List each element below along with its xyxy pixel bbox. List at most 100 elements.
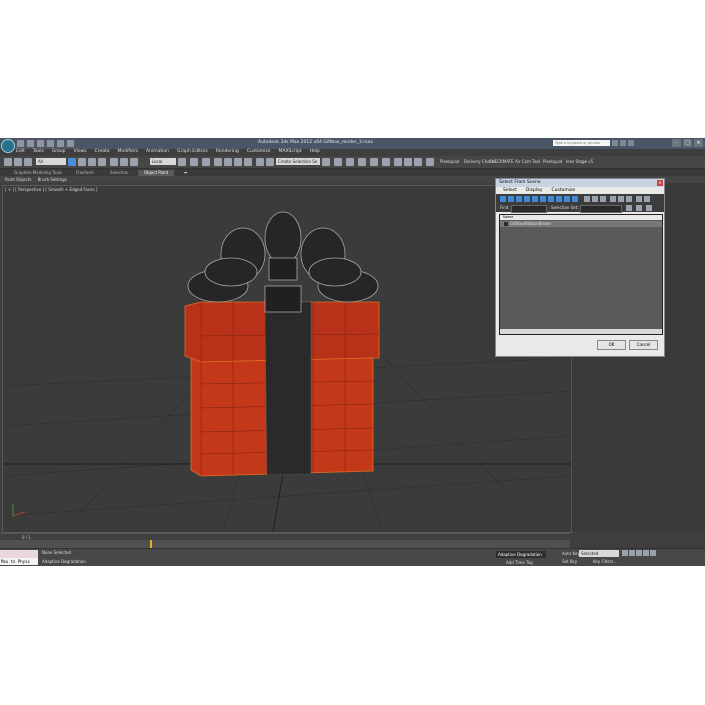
select-scale-icon[interactable] bbox=[130, 158, 138, 166]
rect-selection-icon[interactable] bbox=[88, 158, 96, 166]
display-space-warps-icon[interactable] bbox=[540, 196, 546, 202]
go-to-start-icon[interactable] bbox=[622, 550, 628, 556]
search-input[interactable]: Type a keyword or phrase bbox=[553, 140, 610, 146]
display-geometry-icon[interactable] bbox=[500, 196, 506, 202]
dialog-menu-display[interactable]: Display bbox=[526, 187, 543, 194]
invert-display-icon[interactable] bbox=[600, 196, 606, 202]
menu-rendering[interactable]: Rendering bbox=[216, 149, 239, 156]
display-xrefs-icon[interactable] bbox=[556, 196, 562, 202]
plugin-air-cam[interactable]: Air Cam Tool bbox=[515, 159, 540, 164]
key-selection-dropdown[interactable]: Selected bbox=[579, 550, 619, 557]
app-logo-icon[interactable] bbox=[1, 139, 15, 153]
menu-edit[interactable]: Edit bbox=[16, 149, 25, 156]
perspective-viewport[interactable]: [ + ] [ Perspective ] [ Smooth + Edged F… bbox=[2, 185, 572, 533]
open-file-icon[interactable] bbox=[26, 139, 35, 148]
name-column-header[interactable]: Name bbox=[500, 215, 662, 220]
window-crossing-icon[interactable] bbox=[98, 158, 106, 166]
dialog-menu-select[interactable]: Select bbox=[503, 187, 517, 194]
auto-key-button[interactable]: Auto Key bbox=[562, 551, 580, 556]
track-bar[interactable] bbox=[0, 540, 570, 548]
selection-filter-dropdown[interactable]: All bbox=[36, 158, 66, 165]
play-icon[interactable] bbox=[636, 550, 642, 556]
curve-editor-icon[interactable] bbox=[358, 158, 366, 166]
rendered-frame-icon[interactable] bbox=[404, 158, 412, 166]
unlink-icon[interactable] bbox=[14, 158, 22, 166]
display-containers-icon[interactable] bbox=[572, 196, 578, 202]
gift-box[interactable] bbox=[184, 211, 380, 477]
list-item[interactable]: GiftBoxRibbonBrown bbox=[500, 221, 662, 227]
selection-set-dropdown[interactable] bbox=[580, 205, 622, 213]
keyboard-shortcut-icon[interactable] bbox=[202, 158, 210, 166]
display-none-icon[interactable] bbox=[592, 196, 598, 202]
menu-group[interactable]: Group bbox=[52, 149, 66, 156]
material-editor-icon[interactable] bbox=[382, 158, 390, 166]
select-manipulate-icon[interactable] bbox=[190, 158, 198, 166]
align-icon[interactable] bbox=[322, 158, 330, 166]
close-button[interactable]: × bbox=[694, 139, 703, 147]
plugin-checkmate[interactable]: CHECKMATE bbox=[489, 159, 514, 164]
maxscript-mini-listener[interactable]: Max to Physx bbox=[0, 558, 38, 565]
named-selection-dropdown[interactable]: Create Selection Se bbox=[276, 158, 320, 165]
render-production-icon[interactable] bbox=[414, 158, 422, 166]
select-by-name-icon[interactable] bbox=[78, 158, 86, 166]
select-move-icon[interactable] bbox=[110, 158, 118, 166]
select-invert-icon[interactable] bbox=[626, 196, 632, 202]
find-input[interactable] bbox=[511, 205, 547, 213]
new-file-icon[interactable] bbox=[16, 139, 25, 148]
maximize-button[interactable]: □ bbox=[683, 139, 692, 147]
snap-toggle-icon[interactable] bbox=[214, 158, 222, 166]
go-to-end-icon[interactable] bbox=[650, 550, 656, 556]
script-icon[interactable] bbox=[426, 158, 434, 166]
cancel-button[interactable]: Cancel bbox=[629, 340, 658, 350]
select-all-icon[interactable] bbox=[610, 196, 616, 202]
display-shapes-icon[interactable] bbox=[508, 196, 514, 202]
redo-icon[interactable] bbox=[56, 139, 65, 148]
star-icon[interactable] bbox=[620, 140, 626, 146]
layer-manager-icon[interactable] bbox=[334, 158, 342, 166]
menu-customize[interactable]: Customize bbox=[247, 149, 271, 156]
gift-bow[interactable] bbox=[187, 211, 379, 313]
save-selection-set-icon[interactable] bbox=[626, 205, 632, 211]
spinner-snap-icon[interactable] bbox=[244, 158, 252, 166]
binoculars-icon[interactable] bbox=[612, 140, 618, 146]
plugin-pixelquad-2[interactable]: Pixelquad bbox=[543, 159, 562, 164]
minimize-button[interactable]: – bbox=[672, 139, 681, 147]
project-folder-icon[interactable] bbox=[66, 139, 75, 148]
reference-coord-dropdown[interactable]: Local bbox=[150, 158, 176, 165]
display-all-icon[interactable] bbox=[584, 196, 590, 202]
pivot-center-icon[interactable] bbox=[178, 158, 186, 166]
sync-selection-icon[interactable] bbox=[636, 196, 642, 202]
display-lights-icon[interactable] bbox=[516, 196, 522, 202]
undo-icon[interactable] bbox=[46, 139, 55, 148]
menu-help[interactable]: Help bbox=[310, 149, 320, 156]
graphite-tools-icon[interactable] bbox=[346, 158, 354, 166]
options-icon[interactable] bbox=[646, 205, 652, 211]
angle-snap-icon[interactable] bbox=[224, 158, 232, 166]
display-bones-icon[interactable] bbox=[564, 196, 570, 202]
ok-button[interactable]: OK bbox=[597, 340, 626, 350]
mirror-icon[interactable] bbox=[266, 158, 274, 166]
edit-named-sel-icon[interactable] bbox=[256, 158, 264, 166]
help-icon[interactable] bbox=[628, 140, 634, 146]
horizontal-scrollbar[interactable] bbox=[500, 329, 662, 334]
menu-animation[interactable]: Animation bbox=[146, 149, 169, 156]
link-icon[interactable] bbox=[4, 158, 12, 166]
schematic-view-icon[interactable] bbox=[370, 158, 378, 166]
previous-frame-icon[interactable] bbox=[629, 550, 635, 556]
plugin-lens-stage[interactable]: lens Stage v5 bbox=[566, 159, 593, 164]
close-icon[interactable]: × bbox=[657, 180, 663, 186]
key-filters-button[interactable]: Key Filters... bbox=[593, 559, 617, 564]
menu-modifiers[interactable]: Modifiers bbox=[118, 149, 139, 156]
paint-objects-item[interactable]: Paint Objects bbox=[5, 177, 31, 182]
percent-snap-icon[interactable] bbox=[234, 158, 242, 166]
display-helpers-icon[interactable] bbox=[532, 196, 538, 202]
select-none-icon[interactable] bbox=[618, 196, 624, 202]
save-file-icon[interactable] bbox=[36, 139, 45, 148]
menu-tools[interactable]: Tools bbox=[33, 149, 44, 156]
display-groups-icon[interactable] bbox=[548, 196, 554, 202]
render-setup-icon[interactable] bbox=[394, 158, 402, 166]
add-time-tag[interactable]: Add Time Tag bbox=[496, 559, 544, 566]
display-cameras-icon[interactable] bbox=[524, 196, 530, 202]
plugin-pixelquad[interactable]: Pixelquad bbox=[440, 159, 459, 164]
adaptive-degradation-button[interactable]: Adaptive Degradation bbox=[496, 551, 546, 558]
